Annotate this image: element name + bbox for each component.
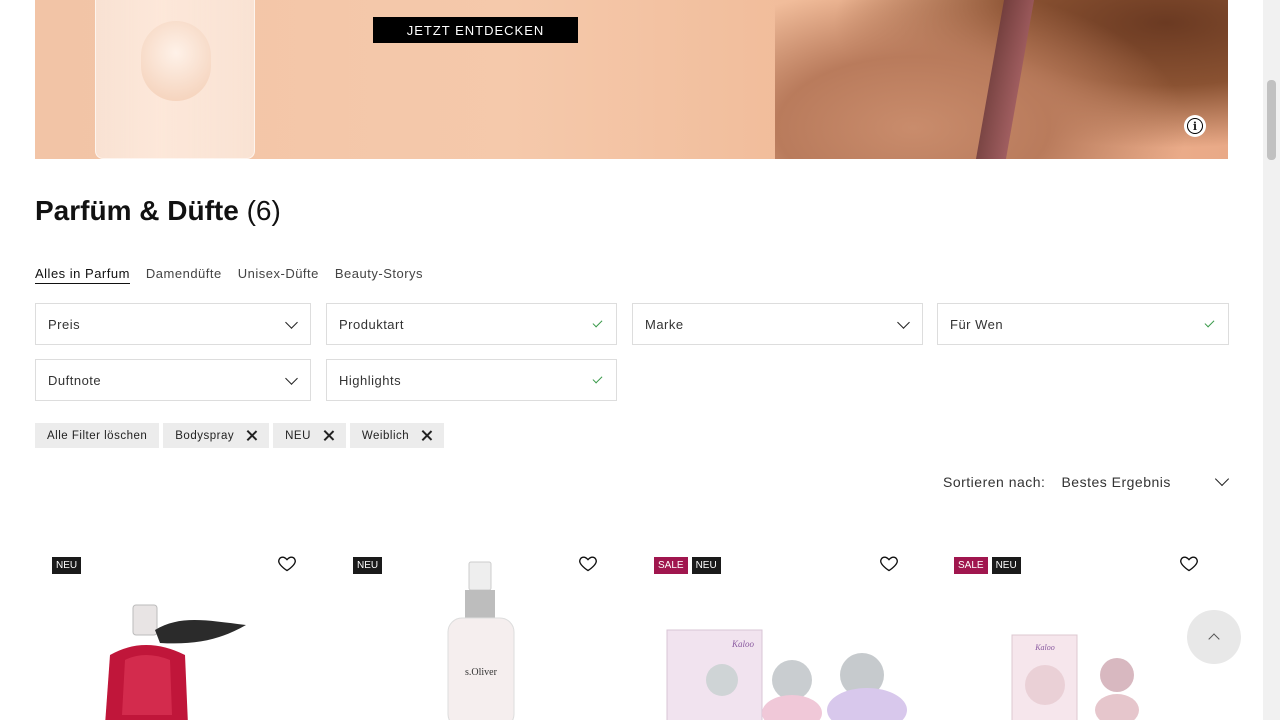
product-brand-text: Kaloo: [1034, 643, 1055, 652]
chip-label: Weiblich: [361, 429, 410, 442]
chip-neu[interactable]: NEU: [273, 423, 346, 448]
close-icon[interactable]: [323, 430, 334, 441]
clear-all-filters-button[interactable]: Alle Filter löschen: [35, 423, 160, 448]
chevron-down-icon[interactable]: [1215, 471, 1230, 487]
chevron-down-icon: [285, 371, 298, 385]
filter-label: Für Wen: [950, 316, 1004, 332]
filter-label: Marke: [645, 316, 684, 332]
product-image: Kaloo: [666, 629, 907, 720]
scrollbar-thumb[interactable]: [1267, 80, 1276, 160]
filter-marke[interactable]: Marke: [632, 303, 923, 345]
page-title-text: Parfüm & Düfte: [35, 195, 239, 226]
checkmark-icon: [1204, 317, 1215, 328]
new-badge: NEU: [991, 557, 1021, 574]
info-icon[interactable]: i: [1184, 115, 1206, 137]
chevron-down-icon: [897, 315, 910, 329]
checkmark-icon: [592, 317, 603, 328]
new-badge: NEU: [691, 557, 721, 574]
chip-label: Bodyspray: [175, 429, 235, 442]
active-filter-chips: Alle Filter löschen Bodyspray NEU Weibli…: [35, 423, 445, 448]
heart-icon[interactable]: [277, 553, 297, 573]
chip-weiblich[interactable]: Weiblich: [349, 423, 445, 448]
heart-icon[interactable]: [578, 553, 598, 573]
scrollbar[interactable]: [1263, 0, 1280, 720]
product-card[interactable]: NEU s.Oliver: [336, 545, 616, 720]
product-brand-text: s.Oliver: [465, 667, 498, 678]
heart-icon[interactable]: [879, 553, 899, 573]
sort-select[interactable]: Bestes Ergebnis: [1061, 474, 1213, 490]
new-badge: NEU: [52, 557, 82, 574]
hero-banner: JETZT ENTDECKEN i: [35, 0, 1228, 159]
product-badges: NEU: [353, 557, 383, 574]
chevron-down-icon: [285, 315, 298, 329]
checkmark-icon: [592, 373, 603, 384]
category-tabs: Alles in Parfum Damendüfte Unisex-Düfte …: [35, 266, 423, 284]
chevron-up-icon: [1208, 633, 1220, 645]
chip-label: NEU: [285, 429, 311, 442]
product-card[interactable]: NEU: [35, 545, 315, 720]
sort-control: Sortieren nach: Bestes Ergebnis: [943, 471, 1230, 490]
filter-fuer-wen[interactable]: Für Wen: [937, 303, 1229, 345]
sale-badge: SALE: [954, 557, 988, 574]
tab-damenduefte[interactable]: Damendüfte: [146, 266, 222, 284]
tab-unisex-duefte[interactable]: Unisex-Düfte: [238, 266, 319, 284]
perfume-bottle-image: [95, 0, 255, 159]
tab-beauty-storys[interactable]: Beauty-Storys: [335, 266, 423, 284]
filter-label: Highlights: [339, 372, 402, 388]
sale-badge: SALE: [654, 557, 688, 574]
result-count: (6): [246, 195, 281, 226]
filter-duftnote[interactable]: Duftnote: [35, 359, 311, 401]
chip-label: Alle Filter löschen: [47, 429, 148, 442]
product-card[interactable]: SALE NEU Kaloo: [637, 545, 917, 720]
scroll-to-top-button[interactable]: [1187, 610, 1241, 664]
filter-label: Duftnote: [48, 372, 102, 388]
chip-bodyspray[interactable]: Bodyspray: [163, 423, 270, 448]
filter-produktart[interactable]: Produktart: [326, 303, 617, 345]
product-badges: SALE NEU: [654, 557, 721, 574]
product-badges: NEU: [52, 557, 82, 574]
product-badges: SALE NEU: [954, 557, 1021, 574]
filter-label: Produktart: [339, 316, 404, 332]
heart-icon[interactable]: [1179, 553, 1199, 573]
page-title: Parfüm & Düfte (6): [35, 195, 281, 227]
discover-button[interactable]: JETZT ENTDECKEN: [373, 17, 578, 43]
close-icon[interactable]: [421, 430, 432, 441]
filter-highlights[interactable]: Highlights: [326, 359, 617, 401]
close-icon[interactable]: [246, 430, 257, 441]
filter-label: Preis: [48, 316, 81, 332]
tab-alles-in-parfum[interactable]: Alles in Parfum: [35, 266, 130, 284]
product-card[interactable]: SALE NEU Kaloo: [937, 545, 1217, 720]
product-image: Kaloo: [1011, 634, 1139, 720]
product-image: s.Oliver: [447, 561, 515, 720]
filter-preis[interactable]: Preis: [35, 303, 311, 345]
product-brand-text: Kaloo: [731, 639, 755, 649]
new-badge: NEU: [353, 557, 383, 574]
product-image: [105, 604, 246, 720]
sort-label: Sortieren nach:: [943, 474, 1046, 490]
